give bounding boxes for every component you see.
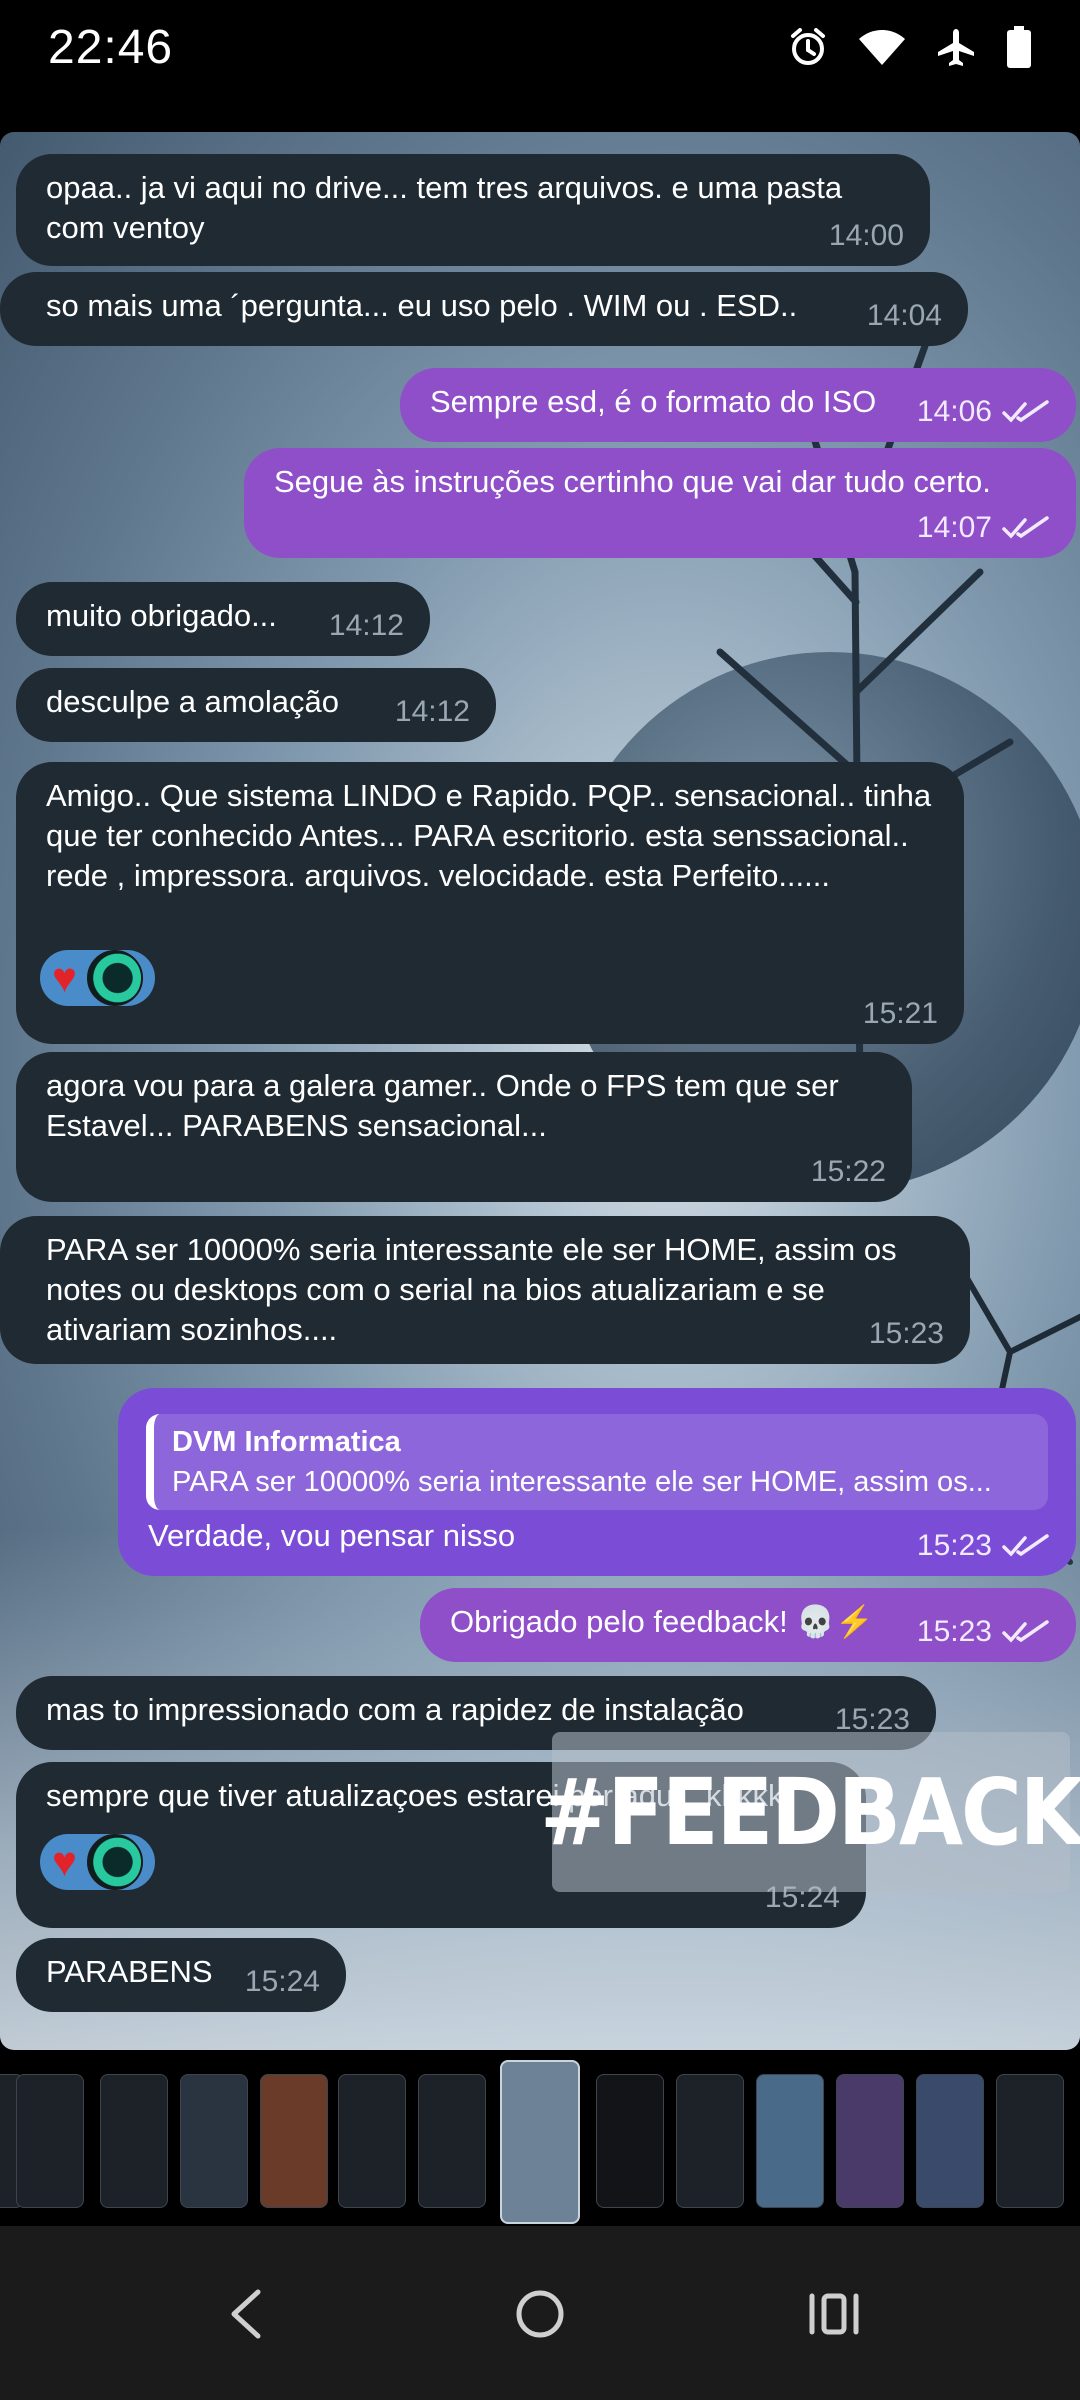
message-text: so mais uma ´pergunta... eu uso pelo . W… [46, 288, 798, 323]
status-icons [788, 26, 1032, 68]
message-reactions[interactable]: ♥ [40, 1834, 155, 1890]
quoted-sender: DVM Informatica [172, 1426, 401, 1458]
gallery-thumbnail[interactable] [836, 2074, 904, 2208]
message-reactions[interactable]: ♥ [40, 950, 155, 1006]
message-meta: 14:12 [329, 606, 404, 646]
heart-reaction-icon: ♥ [52, 1838, 77, 1885]
status-bar: 22:46 [0, 0, 1080, 100]
message-meta: 14:04 [867, 296, 942, 336]
gallery-thumbnail[interactable] [418, 2074, 486, 2208]
feedback-overlay-tag: #FEEDBACK [540, 1732, 1080, 1892]
alarm-icon [788, 27, 828, 67]
message-time: 15:21 [862, 997, 938, 1030]
message-bubble-reply[interactable]: DVM Informatica PARA ser 10000% seria in… [118, 1388, 1076, 1576]
message-bubble-incoming[interactable]: Amigo.. Que sistema LINDO e Rapido. PQP.… [16, 762, 964, 1044]
message-meta: 14:07 [917, 508, 1050, 548]
message-meta: 14:00 [829, 216, 904, 256]
message-bubble-incoming[interactable]: desculpe a amolação 14:12 [16, 668, 496, 742]
message-text: agora vou para a galera gamer.. Onde o F… [46, 1068, 839, 1143]
message-meta: 15:24 [245, 1962, 320, 2002]
gallery-thumbnail-strip[interactable] [0, 2056, 1080, 2226]
system-navigation-bar [0, 2226, 1080, 2400]
message-text: Verdade, vou pensar nisso [148, 1518, 516, 1553]
message-bubble-incoming[interactable]: PARA ser 10000% seria interessante ele s… [0, 1216, 970, 1364]
message-meta: 15:22 [811, 1152, 886, 1192]
message-time: 15:24 [244, 1965, 320, 1998]
message-bubble-incoming[interactable]: so mais uma ´pergunta... eu uso pelo . W… [0, 272, 968, 346]
heart-reaction-icon: ♥ [52, 954, 77, 1001]
message-text: mas to impressionado com a rapidez de in… [46, 1692, 744, 1727]
gallery-thumbnail[interactable] [338, 2074, 406, 2208]
message-bubble-incoming[interactable]: opaa.. ja vi aqui no drive... tem tres a… [16, 154, 930, 266]
message-bubble-incoming[interactable]: PARABENS 15:24 [16, 1938, 346, 2012]
message-time: 14:00 [828, 219, 904, 252]
reactor-avatar [86, 950, 143, 1006]
status-time: 22:46 [48, 21, 174, 74]
message-text: opaa.. ja vi aqui no drive... tem tres a… [46, 170, 843, 245]
gallery-thumbnail[interactable] [100, 2074, 168, 2208]
message-bubble-outgoing[interactable]: Obrigado pelo feedback! 💀⚡ 15:23 [420, 1588, 1076, 1662]
message-time: 15:23 [916, 1615, 992, 1648]
message-time: 14:07 [916, 511, 992, 544]
back-icon[interactable] [222, 2286, 272, 2347]
message-bubble-outgoing[interactable]: Sempre esd, é o formato do ISO 14:06 [400, 368, 1076, 442]
gallery-thumbnail[interactable] [756, 2074, 824, 2208]
gallery-thumbnail[interactable] [996, 2074, 1064, 2208]
message-time: 14:04 [866, 299, 942, 332]
message-time: 14:12 [328, 609, 404, 642]
read-receipt-icon [1002, 400, 1049, 423]
message-meta: 15:21 [863, 994, 938, 1034]
gallery-thumbnail[interactable] [916, 2074, 984, 2208]
gallery-thumbnail[interactable] [180, 2074, 248, 2208]
recents-icon[interactable] [806, 2286, 862, 2347]
reactor-avatar [86, 1834, 143, 1890]
message-bubble-incoming[interactable]: muito obrigado... 14:12 [16, 582, 430, 656]
message-meta: 15:23 [917, 1612, 1050, 1652]
message-time: 15:23 [868, 1317, 944, 1350]
gallery-thumbnail[interactable] [596, 2074, 664, 2208]
quoted-text: PARA ser 10000% seria interessante ele s… [172, 1466, 992, 1498]
message-bubble-incoming[interactable]: agora vou para a galera gamer.. Onde o F… [16, 1052, 912, 1202]
wifi-icon [858, 27, 906, 67]
message-text: PARA ser 10000% seria interessante ele s… [46, 1232, 897, 1347]
gallery-thumbnail[interactable] [260, 2074, 328, 2208]
message-text: Amigo.. Que sistema LINDO e Rapido. PQP.… [46, 778, 932, 893]
battery-icon [1006, 26, 1032, 68]
message-bubble-outgoing[interactable]: Segue às instruções certinho que vai dar… [244, 448, 1076, 558]
gallery-thumbnail-active[interactable] [500, 2060, 580, 2224]
message-text: Segue às instruções certinho que vai dar… [274, 464, 991, 499]
message-time: 14:12 [394, 695, 470, 728]
read-receipt-icon [1002, 1620, 1049, 1643]
message-time: 15:23 [916, 1529, 992, 1562]
airplane-mode-icon [936, 27, 976, 67]
message-meta: 15:23 [917, 1526, 1050, 1566]
read-receipt-icon [1002, 1534, 1049, 1557]
message-time: 15:22 [810, 1155, 886, 1188]
message-meta: 15:23 [869, 1314, 944, 1354]
gallery-thumbnail[interactable] [676, 2074, 744, 2208]
home-icon[interactable] [514, 2286, 566, 2347]
read-receipt-icon [1002, 516, 1049, 539]
message-time: 14:06 [916, 395, 992, 428]
quoted-message[interactable]: DVM Informatica PARA ser 10000% seria in… [146, 1414, 1048, 1510]
message-meta: 14:12 [395, 692, 470, 732]
gallery-thumbnail[interactable] [16, 2074, 84, 2208]
message-meta: 14:06 [917, 392, 1050, 432]
